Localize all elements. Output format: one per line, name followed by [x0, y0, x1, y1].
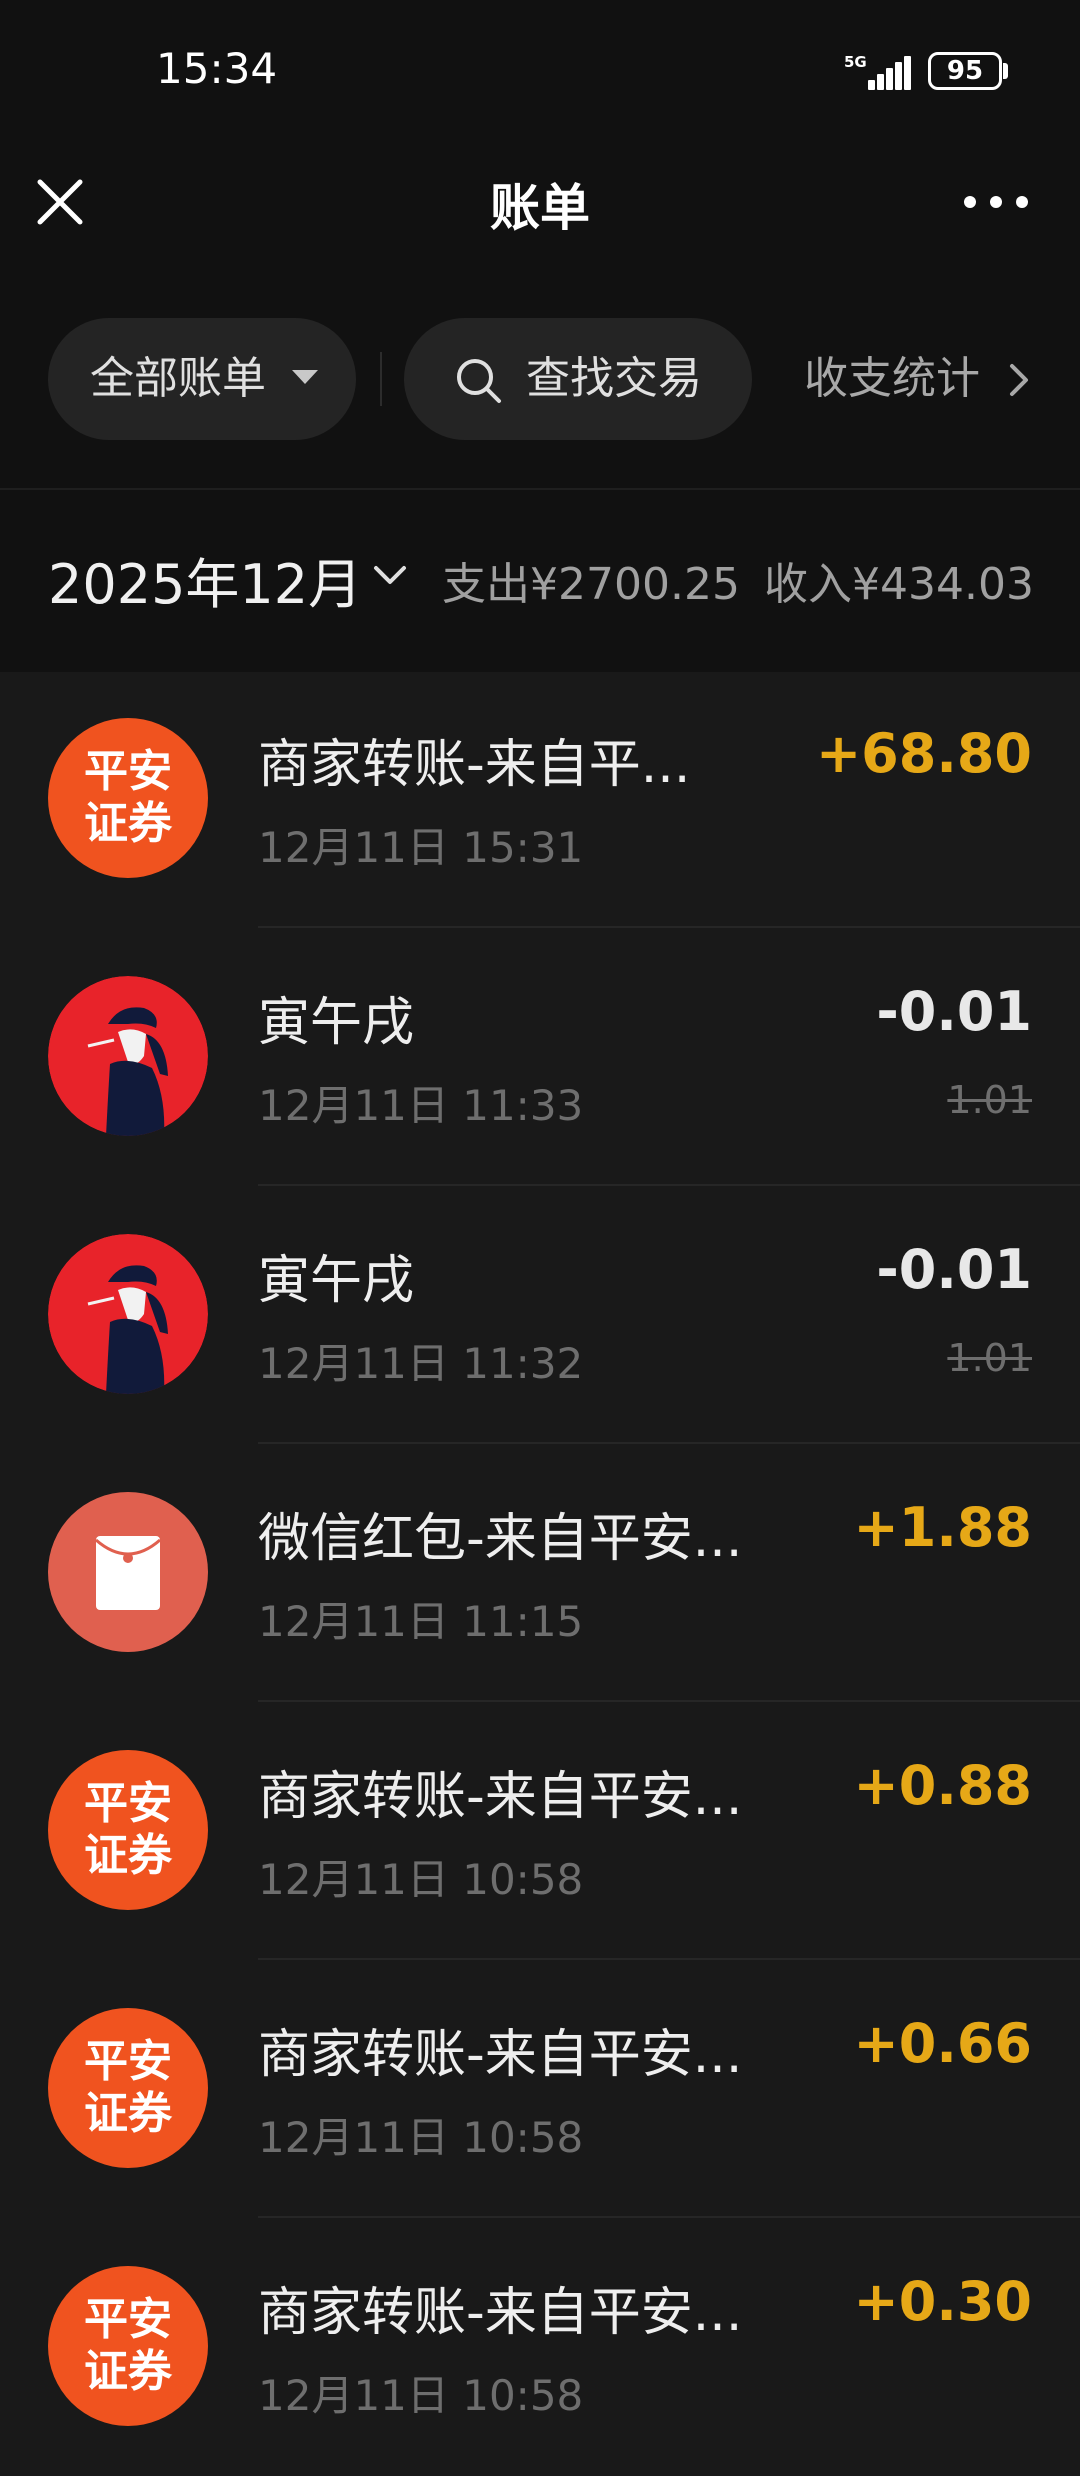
transaction-date: 12月11日 10:58	[258, 2371, 584, 2420]
transaction-row[interactable]: 寅午戌 12月11日 11:32 -0.01 1.01	[0, 1186, 1080, 1444]
transaction-name: 微信红包-来自平安...	[258, 1509, 743, 1569]
page-title: 账单	[490, 179, 590, 237]
transaction-row[interactable]: 平安 证券 商家转账-来自平安... 12月11日 10:58 +0.88	[0, 1702, 1080, 1960]
network-type: 5G	[844, 53, 867, 71]
transaction-name: 商家转账-来自平安...	[258, 2025, 743, 2085]
transaction-row[interactable]: 平安 证券 商家转账-来自平安... 12月11日 10:58 +0.66	[0, 1960, 1080, 2218]
income-total: 收入¥434.03	[764, 559, 1034, 610]
transaction-date: 12月11日 11:33	[258, 1081, 584, 1130]
search-label: 查找交易	[526, 353, 702, 404]
battery-tip	[1003, 63, 1008, 79]
all-bills-label: 全部账单	[90, 353, 266, 404]
stats-label: 收支统计	[804, 353, 980, 404]
pingan-securities-logo: 平安 证券	[48, 718, 208, 878]
battery-icon: 95	[928, 52, 1002, 90]
pingan-securities-logo: 平安 证券	[48, 2266, 208, 2426]
transaction-date: 12月11日 10:58	[258, 2113, 584, 2162]
signal-icon: 5G	[844, 54, 912, 94]
transaction-name: 商家转账-来自平...	[258, 735, 691, 795]
transaction-amount: +68.80	[815, 722, 1032, 785]
more-options-icon[interactable]	[960, 172, 1032, 232]
original-amount: 1.01	[947, 1336, 1032, 1380]
transaction-name: 商家转账-来自平安...	[258, 2283, 743, 2343]
status-time: 15:34	[156, 44, 278, 93]
transaction-amount: +1.88	[853, 1496, 1032, 1559]
transaction-row[interactable]: 微信红包-来自平安... 12月11日 11:15 +1.88	[0, 1444, 1080, 1702]
user-avatar	[48, 1234, 208, 1394]
chevron-down-icon[interactable]	[372, 558, 408, 594]
transaction-row[interactable]: 平安 证券 商家转账-来自平... 12月11日 15:31 +68.80	[0, 670, 1080, 928]
transaction-date: 12月11日 15:31	[258, 823, 584, 872]
transaction-amount: +0.88	[853, 1754, 1032, 1817]
battery-level: 95	[946, 56, 984, 86]
chevron-right-icon	[1010, 364, 1028, 396]
month-selector[interactable]: 2025年12月	[48, 540, 362, 619]
search-icon	[457, 359, 501, 403]
search-transactions-button[interactable]: 查找交易	[404, 318, 752, 440]
red-packet-icon	[48, 1492, 208, 1652]
transaction-amount: -0.01	[876, 980, 1032, 1043]
transaction-row[interactable]: 平安 证券 商家转账-来自平安... 12月11日 10:58 +0.30	[0, 2218, 1080, 2476]
caret-down-icon	[292, 370, 318, 384]
nav-bar: 账单	[0, 150, 1080, 250]
pingan-securities-logo: 平安 证券	[48, 2008, 208, 2168]
transaction-amount: -0.01	[876, 1238, 1032, 1301]
transaction-name: 寅午戌	[258, 1251, 415, 1311]
user-avatar	[48, 976, 208, 1136]
top-area: 15:34 5G 95 账单 全部账单 查找交易 收支统计	[0, 0, 1080, 488]
pingan-securities-logo: 平安 证券	[48, 1750, 208, 1910]
income-expense-stats-link[interactable]: 收支统计	[804, 318, 1028, 440]
transaction-row[interactable]: 寅午戌 12月11日 11:33 -0.01 1.01	[0, 928, 1080, 1186]
filter-bar: 全部账单 查找交易 收支统计	[0, 318, 1080, 440]
status-bar: 15:34 5G 95	[0, 0, 1080, 150]
filter-divider	[380, 352, 382, 406]
transaction-date: 12月11日 11:15	[258, 1597, 584, 1646]
month-summary: 2025年12月 支出¥2700.25 收入¥434.03	[0, 488, 1080, 672]
transaction-date: 12月11日 11:32	[258, 1339, 584, 1388]
expense-total: 支出¥2700.25	[442, 559, 740, 610]
transaction-amount: +0.30	[853, 2270, 1032, 2333]
all-bills-filter-button[interactable]: 全部账单	[48, 318, 356, 440]
transaction-name: 寅午戌	[258, 993, 415, 1053]
transaction-amount: +0.66	[853, 2012, 1032, 2075]
transaction-name: 商家转账-来自平安...	[258, 1767, 743, 1827]
original-amount: 1.01	[947, 1078, 1032, 1122]
transaction-date: 12月11日 10:58	[258, 1855, 584, 1904]
